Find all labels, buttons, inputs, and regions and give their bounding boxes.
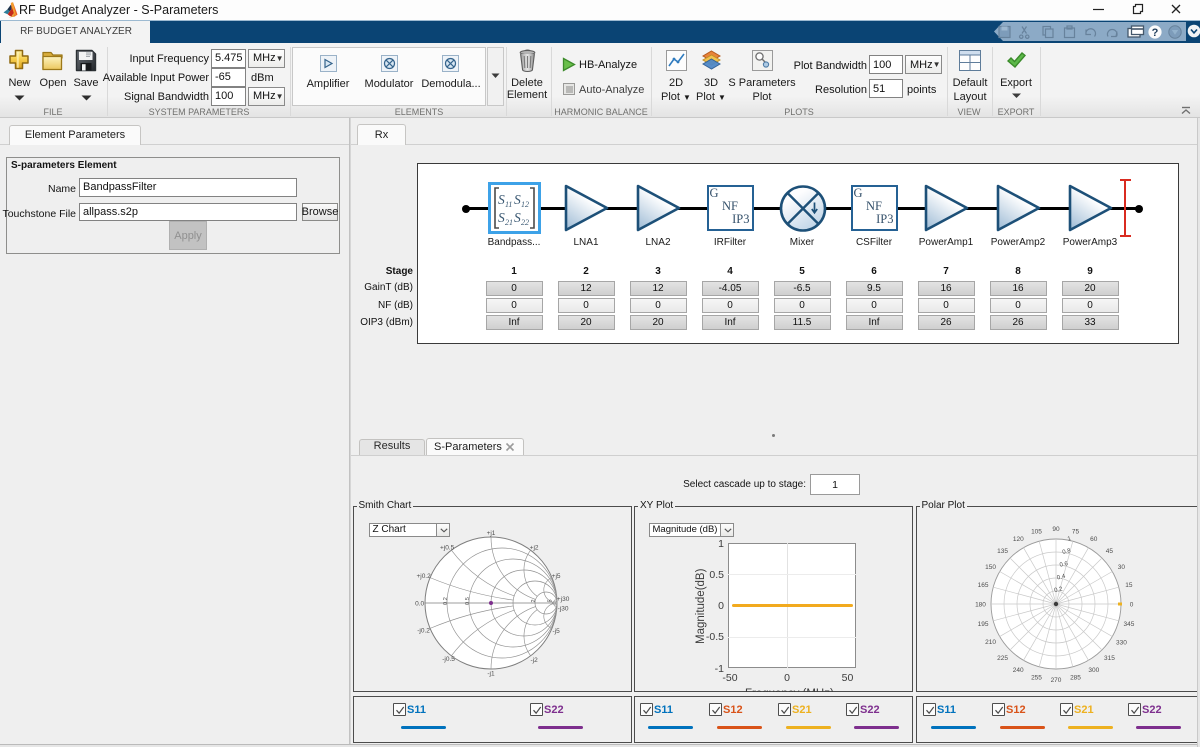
svg-text:22: 22 bbox=[521, 218, 529, 227]
svg-text:+j5: +j5 bbox=[552, 573, 561, 580]
svg-text:S: S bbox=[498, 210, 505, 225]
svg-text:S: S bbox=[498, 192, 505, 207]
svg-text:30: 30 bbox=[1117, 563, 1125, 570]
svg-text:+j30: +j30 bbox=[557, 596, 570, 603]
svg-text:270: 270 bbox=[1050, 677, 1061, 684]
svg-text:165: 165 bbox=[977, 582, 988, 589]
svg-text:0: 0 bbox=[1129, 601, 1133, 608]
svg-text:105: 105 bbox=[1031, 528, 1042, 535]
svg-text:0.0: 0.0 bbox=[415, 601, 424, 608]
svg-text:-j2: -j2 bbox=[531, 657, 539, 664]
svg-text:?: ? bbox=[1152, 27, 1159, 39]
svg-text:S: S bbox=[514, 210, 521, 225]
svg-text:180: 180 bbox=[975, 601, 986, 608]
svg-text:+j0.5: +j0.5 bbox=[440, 545, 455, 552]
svg-text:5: 5 bbox=[548, 600, 554, 603]
svg-text:-j5: -j5 bbox=[553, 628, 561, 635]
svg-text:45: 45 bbox=[1105, 548, 1113, 555]
svg-text:285: 285 bbox=[1070, 674, 1081, 681]
svg-text:240: 240 bbox=[1012, 666, 1023, 673]
svg-text:315: 315 bbox=[1104, 654, 1115, 661]
svg-text:-j0.5: -j0.5 bbox=[443, 656, 456, 663]
svg-text:210: 210 bbox=[985, 639, 996, 646]
svg-text:90: 90 bbox=[1052, 526, 1060, 533]
svg-text:12: 12 bbox=[521, 200, 529, 209]
svg-text:2: 2 bbox=[531, 600, 537, 603]
svg-text:75: 75 bbox=[1071, 528, 1079, 535]
svg-text:0.2: 0.2 bbox=[444, 598, 450, 606]
svg-text:+j2: +j2 bbox=[530, 545, 539, 552]
svg-text:+j0.2: +j0.2 bbox=[417, 573, 432, 580]
svg-text:-j0.2: -j0.2 bbox=[418, 628, 431, 635]
svg-text:15: 15 bbox=[1125, 582, 1133, 589]
svg-text:135: 135 bbox=[997, 548, 1008, 555]
svg-text:1: 1 bbox=[1067, 536, 1072, 543]
svg-text:330: 330 bbox=[1116, 639, 1127, 646]
svg-text:11: 11 bbox=[505, 200, 512, 209]
svg-text:255: 255 bbox=[1031, 674, 1042, 681]
svg-text:-j30: -j30 bbox=[558, 606, 569, 613]
svg-text:S: S bbox=[514, 192, 521, 207]
svg-text:-j1: -j1 bbox=[488, 671, 496, 678]
svg-text:0.5: 0.5 bbox=[465, 598, 471, 606]
svg-text:345: 345 bbox=[1123, 621, 1134, 628]
svg-text:21: 21 bbox=[505, 218, 513, 227]
svg-text:300: 300 bbox=[1088, 666, 1099, 673]
svg-text:+j1: +j1 bbox=[487, 530, 496, 537]
svg-text:60: 60 bbox=[1090, 536, 1098, 543]
svg-text:195: 195 bbox=[977, 621, 988, 628]
svg-text:150: 150 bbox=[985, 563, 996, 570]
svg-text:225: 225 bbox=[997, 654, 1008, 661]
svg-text:120: 120 bbox=[1012, 536, 1023, 543]
